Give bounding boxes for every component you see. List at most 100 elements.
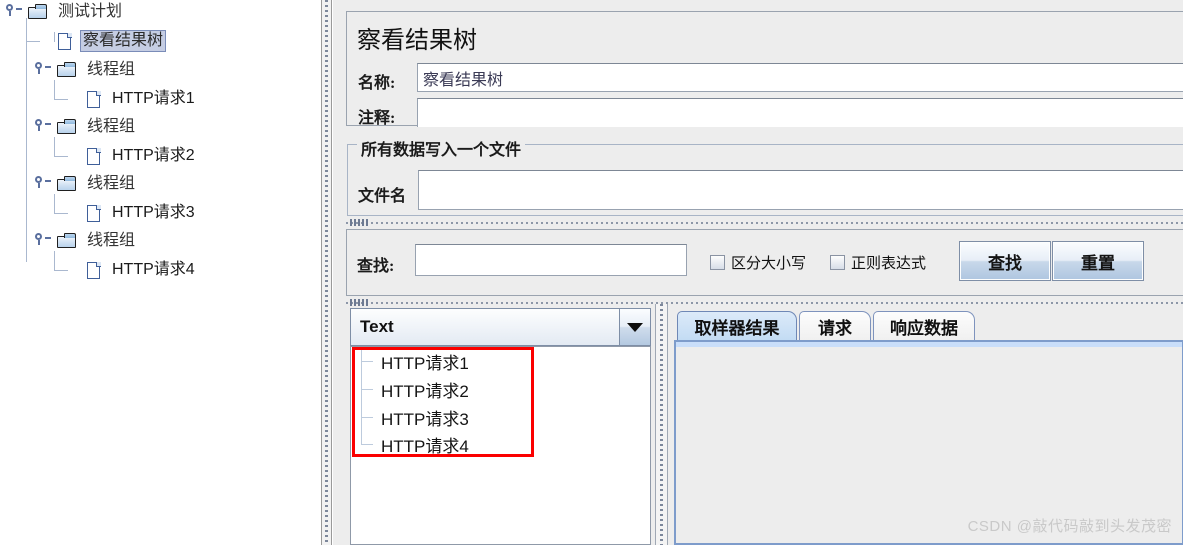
tree-expand-handle-thread-group-4[interactable]: [34, 233, 51, 247]
list-branch-line: [361, 444, 373, 445]
test-plan-tree-panel[interactable]: 测试计划 察看结果树 线程组 HTTP请求1 线程组 HTTP请求2 线程组 H…: [0, 0, 322, 545]
tree-expand-handle-thread-group-2[interactable]: [34, 119, 51, 133]
document-icon: [86, 204, 102, 223]
document-icon: [86, 90, 102, 109]
tree-branch-line: [54, 213, 68, 214]
folder-icon: [28, 4, 48, 20]
tree-trunk-line: [26, 18, 27, 262]
renderer-dropdown-button[interactable]: [619, 309, 650, 345]
list-item[interactable]: HTTP请求3: [381, 405, 469, 430]
document-icon: [57, 32, 73, 51]
tab-sampler-result[interactable]: 取样器结果: [677, 311, 797, 340]
tree-branch-line: [54, 99, 68, 100]
result-tabs[interactable]: 取样器结果 请求 响应数据: [673, 311, 1183, 341]
tree-item-label: HTTP请求2: [112, 147, 195, 164]
tree-item-http-request-3[interactable]: HTTP请求3: [86, 201, 198, 225]
splitter-grip-icon: [350, 219, 368, 226]
find-button[interactable]: 查找: [959, 241, 1051, 281]
view-results-tree-content: 察看结果树 名称: 察看结果树 注释: 所有数据写入一个文件 文件名 查找: 区…: [333, 0, 1183, 545]
list-branch-line: [361, 417, 373, 418]
renderer-combobox[interactable]: Text: [350, 308, 651, 346]
tree-item-thread-group-2[interactable]: 线程组: [57, 115, 138, 139]
comment-input[interactable]: [417, 98, 1183, 127]
name-input-value: 察看结果树: [423, 71, 504, 89]
split-grip-icon: [325, 0, 328, 545]
name-label: 名称:: [358, 75, 396, 92]
element-header-card: 察看结果树 名称: 察看结果树 注释:: [346, 11, 1183, 127]
tree-item-thread-group-1[interactable]: 线程组: [57, 58, 138, 82]
list-item-label: HTTP请求2: [381, 382, 469, 401]
tree-item-label: 线程组: [87, 232, 136, 249]
tree-expand-handle-thread-group-1[interactable]: [34, 62, 51, 76]
tree-item-label: 线程组: [87, 175, 136, 192]
list-branch-line: [361, 389, 373, 390]
search-bar-card: 查找: 区分大小写 正则表达式 查找 重置: [346, 229, 1183, 296]
splitter-separator-bottom[interactable]: [346, 299, 1183, 306]
watermark: CSDN @敲代码敲到头发茂密: [967, 518, 1172, 535]
results-split-divider[interactable]: [655, 304, 668, 545]
reset-button[interactable]: 重置: [1052, 241, 1144, 281]
tree-item-label: 察看结果树: [80, 30, 167, 52]
regex-checkbox-row[interactable]: 正则表达式: [830, 252, 926, 273]
results-tree-listbox[interactable]: HTTP请求1 HTTP请求2 HTTP请求3 HTTP请求4: [350, 346, 651, 545]
tree-item-label: 测试计划: [58, 3, 123, 20]
list-item[interactable]: HTTP请求2: [381, 377, 469, 402]
regex-checkbox[interactable]: [830, 255, 845, 270]
tree-branch-line: [26, 41, 40, 42]
tab-request[interactable]: 请求: [799, 311, 871, 340]
name-input[interactable]: 察看结果树: [417, 63, 1183, 92]
search-label: 查找:: [357, 258, 395, 275]
tree-branch-line: [54, 251, 55, 270]
list-item[interactable]: HTTP请求1: [381, 349, 469, 374]
regex-label: 正则表达式: [851, 255, 927, 272]
renderer-selected-value: Text: [360, 317, 394, 336]
tree-item-label: HTTP请求1: [112, 90, 195, 107]
chevron-down-icon: [627, 322, 643, 332]
tree-item-thread-group-3[interactable]: 线程组: [57, 172, 138, 196]
tree-item-thread-group-4[interactable]: 线程组: [57, 229, 138, 253]
case-sensitive-label: 区分大小写: [731, 255, 807, 272]
tree-branch-line: [54, 270, 68, 271]
case-sensitive-checkbox[interactable]: [710, 255, 725, 270]
tab-response-data[interactable]: 响应数据: [873, 311, 975, 340]
tree-item-http-request-2[interactable]: HTTP请求2: [86, 144, 198, 168]
tree-item-http-request-1[interactable]: HTTP请求1: [86, 87, 198, 111]
jmeter-view-results-tree-window: 测试计划 察看结果树 线程组 HTTP请求1 线程组 HTTP请求2 线程组 H…: [0, 0, 1183, 545]
splitter-grip-icon: [350, 299, 368, 306]
folder-icon: [57, 62, 77, 78]
tree-branch-line: [54, 80, 55, 99]
document-icon: [86, 147, 102, 166]
tree-item-label: HTTP请求3: [112, 204, 195, 221]
tree-item-label: HTTP请求4: [112, 261, 195, 278]
tree-item-label: 线程组: [87, 61, 136, 78]
case-sensitive-checkbox-row[interactable]: 区分大小写: [710, 252, 806, 273]
filename-label: 文件名: [358, 188, 407, 205]
tree-item-test-plan[interactable]: 测试计划: [28, 0, 125, 24]
folder-icon: [57, 119, 77, 135]
list-item-label: HTTP请求3: [381, 410, 469, 429]
tree-branch-line: [54, 137, 55, 156]
main-split-divider[interactable]: [321, 0, 332, 545]
comment-label: 注释:: [358, 110, 396, 127]
tab-content-topband: [676, 342, 1182, 347]
filename-input[interactable]: [418, 170, 1183, 210]
list-item[interactable]: HTTP请求4: [381, 432, 469, 457]
tree-branch-line: [54, 156, 68, 157]
split-grip-icon: [660, 304, 663, 545]
tree-branch-line: [54, 194, 55, 213]
splitter-separator-top[interactable]: [346, 219, 1183, 226]
folder-icon: [57, 233, 77, 249]
tree-expand-handle-thread-group-3[interactable]: [34, 176, 51, 190]
folder-icon: [57, 176, 77, 192]
document-icon: [86, 261, 102, 280]
tree-branch-line: [54, 32, 55, 42]
tree-item-http-request-4[interactable]: HTTP请求4: [86, 258, 198, 282]
search-input[interactable]: [415, 244, 687, 276]
tree-item-label: 线程组: [87, 118, 136, 135]
write-all-data-to-file-title: 所有数据写入一个文件: [357, 136, 526, 160]
list-item-label: HTTP请求1: [381, 354, 469, 373]
page-title: 察看结果树: [357, 28, 477, 54]
tree-item-view-results-tree[interactable]: 察看结果树: [57, 29, 167, 53]
tree-expand-handle-test-plan[interactable]: [5, 4, 22, 18]
list-branch-line: [361, 361, 373, 362]
